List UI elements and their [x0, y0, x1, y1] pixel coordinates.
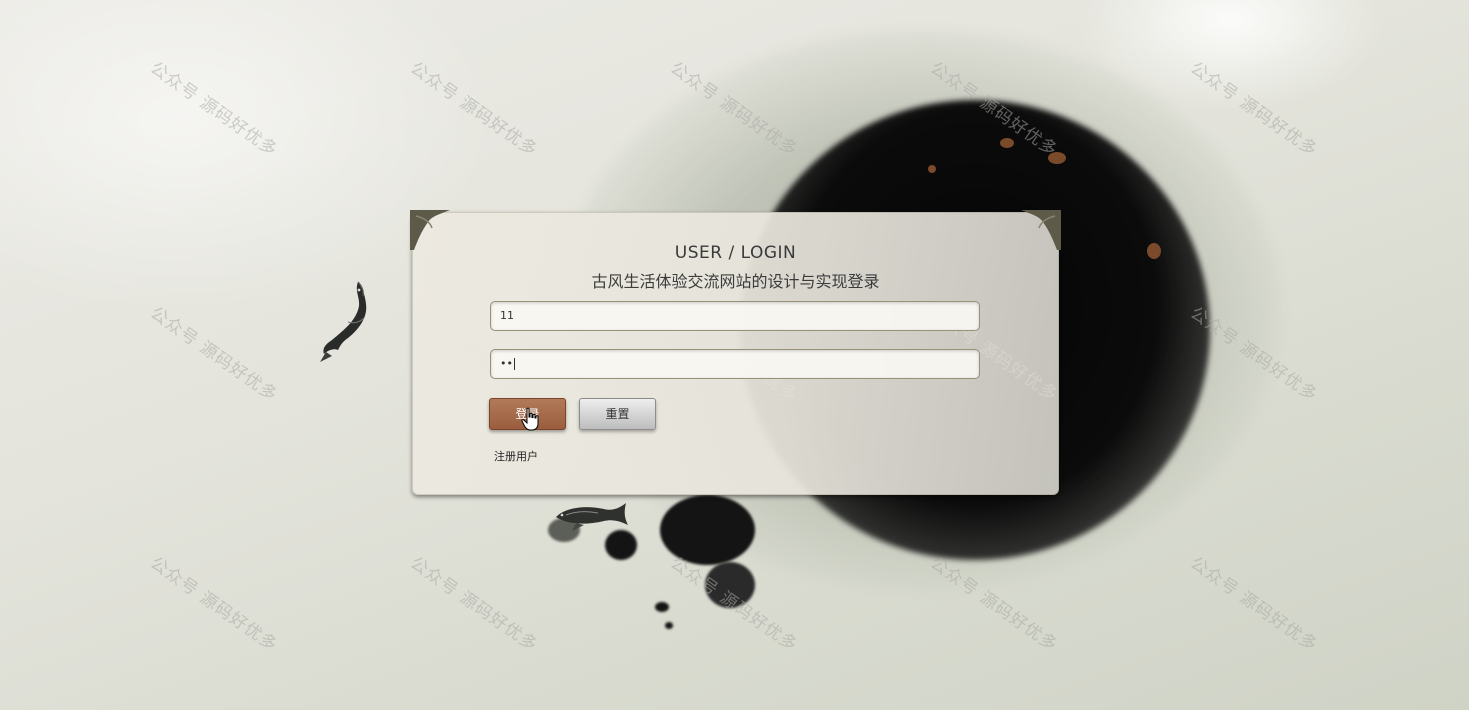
password-value: •• — [500, 357, 513, 370]
watermark: 公众号 源码好优多 — [146, 303, 282, 406]
watermark: 公众号 源码好优多 — [146, 58, 282, 161]
watermark: 公众号 源码好优多 — [1186, 553, 1322, 656]
ink-speck — [1048, 152, 1066, 164]
username-input[interactable]: 11 — [490, 301, 980, 331]
ink-blot — [705, 562, 755, 608]
reset-button[interactable]: 重置 — [579, 398, 656, 430]
login-title: USER / LOGIN — [674, 243, 797, 263]
ink-blot — [660, 495, 755, 565]
ink-speck — [928, 165, 936, 173]
koi-fish-illustration — [320, 281, 367, 362]
username-value: 11 — [500, 309, 514, 322]
site-title: 古风生活体验交流网站的设计与实现登录 — [591, 272, 880, 291]
login-card: USER / LOGIN 古风生活体验交流网站的设计与实现登录 11 •• 登录… — [410, 210, 1061, 495]
text-caret — [513, 358, 515, 370]
watermark: 公众号 源码好优多 — [406, 553, 542, 656]
watermark: 公众号 源码好优多 — [406, 58, 542, 161]
koi-fish-illustration — [556, 503, 628, 531]
hand-cursor-icon — [521, 407, 539, 431]
watermark: 公众号 源码好优多 — [146, 553, 282, 656]
ink-blot — [665, 622, 673, 629]
register-link[interactable]: 注册用户 — [494, 448, 538, 464]
password-input[interactable]: •• — [490, 349, 980, 379]
ink-speck — [1000, 138, 1014, 148]
ink-speck — [1147, 243, 1161, 259]
login-page: 公众号 源码好优多 公众号 源码好优多 公众号 源码好优多 公众号 源码好优多 … — [0, 0, 1469, 710]
ink-blot — [655, 602, 669, 612]
